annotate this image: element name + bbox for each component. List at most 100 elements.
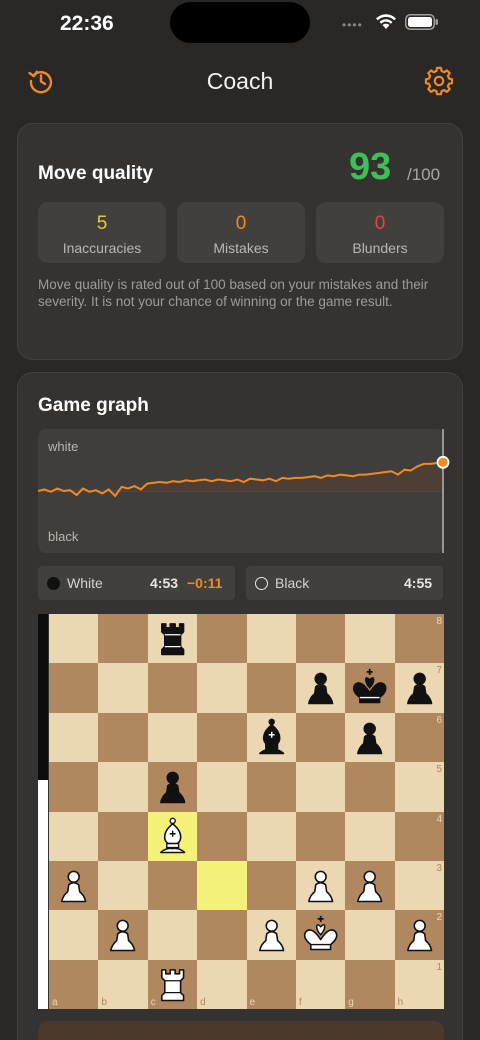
cellular-signal-icon: ••••: [342, 18, 363, 32]
square-h8[interactable]: 8: [394, 614, 445, 664]
square-e8[interactable]: [246, 614, 296, 664]
square-h3[interactable]: 3: [394, 860, 445, 911]
white-pawn-icon[interactable]: [395, 910, 444, 959]
black-pawn-icon[interactable]: [148, 762, 197, 811]
square-e7[interactable]: [246, 663, 296, 713]
square-a8[interactable]: [49, 614, 99, 664]
black-pawn-icon[interactable]: [296, 663, 345, 712]
white-king-icon[interactable]: [296, 910, 345, 959]
clock-difference: −0:11: [187, 575, 223, 591]
square-e3[interactable]: [246, 860, 296, 911]
square-a5[interactable]: [49, 762, 99, 812]
graph-label-black: black: [48, 529, 79, 544]
square-b1[interactable]: b: [98, 959, 148, 1010]
square-f8[interactable]: [295, 614, 346, 664]
wifi-icon: [376, 14, 396, 29]
square-d7[interactable]: [197, 663, 247, 713]
square-h4[interactable]: 4: [394, 811, 445, 861]
square-h6[interactable]: 6: [394, 712, 445, 763]
file-label: e: [249, 997, 256, 1009]
page-title: Coach: [206, 68, 274, 94]
rank-label: 3: [436, 862, 443, 874]
square-f6[interactable]: [295, 712, 346, 763]
square-f1[interactable]: f: [295, 959, 346, 1010]
square-f4[interactable]: [295, 811, 346, 861]
square-g1[interactable]: g: [345, 959, 395, 1010]
square-e5[interactable]: [246, 762, 296, 812]
eval-bar-black-portion: [38, 614, 48, 780]
white-pawn-icon[interactable]: [247, 910, 296, 959]
square-e4[interactable]: [246, 811, 296, 861]
square-h5[interactable]: 5: [394, 762, 445, 812]
square-b7[interactable]: [98, 663, 148, 713]
white-rook-icon[interactable]: [148, 960, 197, 1009]
eval-graph[interactable]: white black: [38, 429, 450, 553]
graph-label-white: white: [48, 439, 79, 454]
square-d8[interactable]: [197, 614, 247, 664]
square-g4[interactable]: [345, 811, 395, 861]
square-d4[interactable]: [197, 811, 247, 861]
player-name: White: [67, 575, 103, 591]
square-a7[interactable]: [49, 663, 99, 713]
square-g8[interactable]: [345, 614, 395, 664]
square-a6[interactable]: [49, 712, 99, 763]
square-a4[interactable]: [49, 811, 99, 861]
square-a1[interactable]: a: [49, 959, 99, 1010]
square-d6[interactable]: [197, 712, 247, 763]
stat-label: Mistakes: [213, 240, 269, 256]
square-h1[interactable]: 1h: [394, 959, 445, 1010]
square-c2[interactable]: [147, 910, 198, 960]
white-dot-icon: [47, 577, 60, 590]
player-clock: 4:55: [404, 575, 433, 591]
white-pawn-icon[interactable]: [98, 910, 147, 959]
rank-label: 8: [436, 616, 443, 627]
square-c3[interactable]: [147, 860, 198, 911]
square-e1[interactable]: e: [246, 959, 296, 1010]
square-b6[interactable]: [98, 712, 148, 763]
header: Coach: [0, 58, 480, 104]
white-bishop-icon[interactable]: [148, 812, 197, 861]
square-b3[interactable]: [98, 860, 148, 911]
eval-graph-plot: [38, 429, 450, 553]
player-name: Black: [275, 575, 310, 591]
move-quality-score: 93: [349, 146, 392, 188]
file-label: h: [397, 997, 404, 1009]
black-rook-icon[interactable]: [148, 614, 197, 663]
square-a2[interactable]: [49, 910, 99, 960]
stat-blunders: 0 Blunders: [316, 202, 444, 263]
white-pawn-icon[interactable]: [49, 861, 98, 910]
square-g2[interactable]: [345, 910, 395, 960]
black-pawn-icon[interactable]: [345, 713, 394, 762]
white-pawn-icon[interactable]: [345, 861, 394, 910]
square-b8[interactable]: [98, 614, 148, 664]
gear-icon[interactable]: [424, 66, 454, 96]
stat-value: 0: [235, 213, 247, 234]
stat-mistakes: 0 Mistakes: [177, 202, 305, 263]
square-d1[interactable]: d: [197, 959, 247, 1010]
square-b5[interactable]: [98, 762, 148, 812]
square-b4[interactable]: [98, 811, 148, 861]
stat-value: 0: [374, 213, 386, 234]
square-g5[interactable]: [345, 762, 395, 812]
square-c7[interactable]: [147, 663, 198, 713]
eval-bar: [38, 614, 48, 1009]
black-bishop-icon[interactable]: [247, 713, 296, 762]
chess-board[interactable]: 8765432abcdefg1h: [49, 614, 445, 1010]
square-f5[interactable]: [295, 762, 346, 812]
dynamic-island: [170, 2, 310, 43]
black-pawn-icon[interactable]: [395, 663, 444, 712]
square-d2[interactable]: [197, 910, 247, 960]
file-label: g: [348, 997, 354, 1009]
square-c6[interactable]: [147, 712, 198, 763]
stat-inaccuracies: 5 Inaccuracies: [38, 202, 166, 263]
file-label: f: [298, 997, 302, 1009]
white-pawn-icon[interactable]: [296, 861, 345, 910]
square-d5[interactable]: [197, 762, 247, 812]
game-graph-title: Game graph: [38, 395, 149, 416]
black-king-icon[interactable]: [345, 663, 394, 712]
stat-label: Blunders: [352, 240, 408, 256]
square-d3[interactable]: [197, 860, 247, 911]
move-quality-title: Move quality: [38, 163, 154, 184]
status-time: 22:36: [60, 12, 114, 35]
bottom-action-button[interactable]: [38, 1021, 444, 1040]
